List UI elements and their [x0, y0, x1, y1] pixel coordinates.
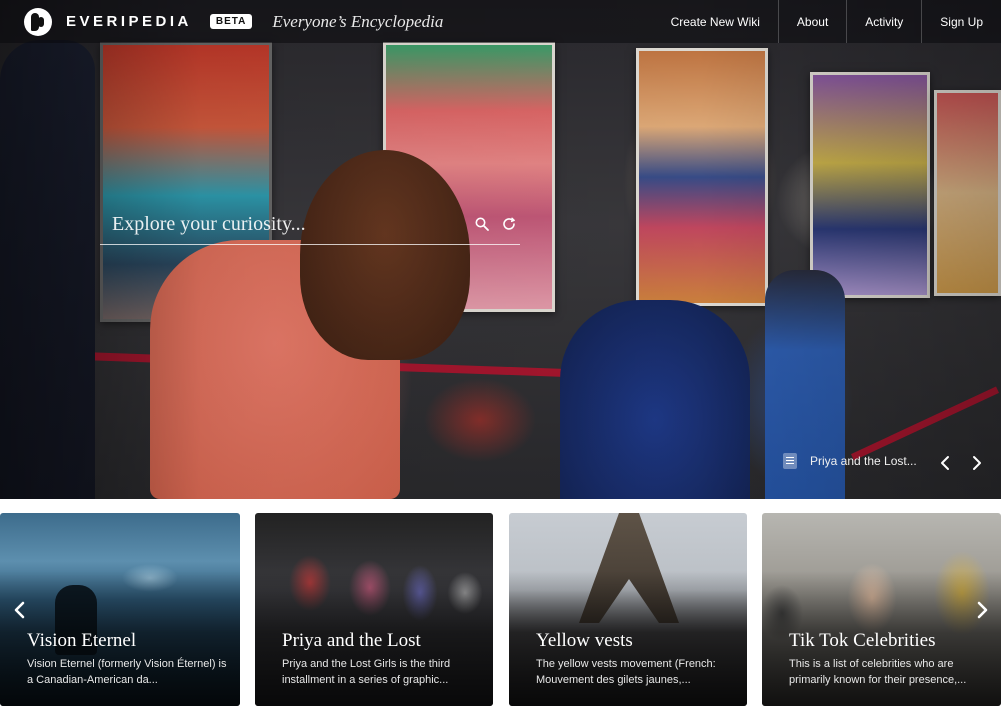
site-tagline: Everyone’s Encyclopedia — [272, 11, 444, 31]
search-bar — [100, 205, 520, 245]
card-title[interactable]: Tik Tok Celebrities — [789, 630, 935, 652]
card-tik-tok-celebrities[interactable]: Tik Tok Celebrities This is a list of ce… — [762, 513, 1001, 706]
chevron-left-icon[interactable] — [938, 455, 952, 471]
beta-badge: BETA — [209, 14, 253, 29]
card-description: Priya and the Lost Girls is the third in… — [282, 658, 451, 686]
brand-name[interactable]: EVERIPEDIA — [66, 13, 192, 30]
card-vision-eternel[interactable]: Vision Eternel Vision Eternel (formerly … — [0, 513, 240, 706]
chevron-right-icon[interactable] — [976, 600, 990, 620]
card-title[interactable]: Vision Eternel — [27, 630, 136, 652]
card-description: The yellow vests movement (French: Mouve… — [536, 658, 716, 686]
refresh-icon[interactable] — [501, 216, 517, 232]
card-description: This is a list of celebrities who are pr… — [789, 658, 967, 686]
card-description: Vision Eternel (formerly Vision Éternel)… — [27, 658, 227, 686]
hero-shade — [0, 0, 1001, 499]
nav-sign-up[interactable]: Sign Up — [921, 0, 1001, 43]
nav-activity[interactable]: Activity — [846, 0, 921, 43]
card-title[interactable]: Priya and the Lost — [282, 630, 421, 652]
hero-caption-text[interactable]: Priya and the Lost... — [810, 454, 917, 468]
chevron-left-icon[interactable] — [12, 600, 26, 620]
top-navigation: EVERIPEDIA BETA Everyone’s Encyclopedia … — [0, 0, 1001, 43]
nav-menu: Create New Wiki About Activity Sign Up — [653, 0, 1001, 43]
search-icon[interactable] — [475, 217, 489, 231]
nav-about[interactable]: About — [777, 0, 846, 43]
card-yellow-vests[interactable]: Yellow vests The yellow vests movement (… — [509, 513, 747, 706]
search-input[interactable] — [112, 209, 462, 239]
logo-icon[interactable] — [24, 7, 52, 36]
page: EVERIPEDIA BETA Everyone’s Encyclopedia … — [0, 0, 1001, 715]
hero-caption[interactable]: Priya and the Lost... — [783, 453, 917, 469]
chevron-right-icon[interactable] — [970, 455, 984, 471]
featured-cards: Vision Eternel Vision Eternel (formerly … — [0, 513, 1001, 706]
card-title[interactable]: Yellow vests — [536, 630, 633, 652]
hero-banner[interactable] — [0, 0, 1001, 499]
nav-create-new-wiki[interactable]: Create New Wiki — [653, 0, 778, 43]
document-icon — [783, 453, 797, 469]
card-priya-and-the-lost[interactable]: Priya and the Lost Priya and the Lost Gi… — [255, 513, 493, 706]
